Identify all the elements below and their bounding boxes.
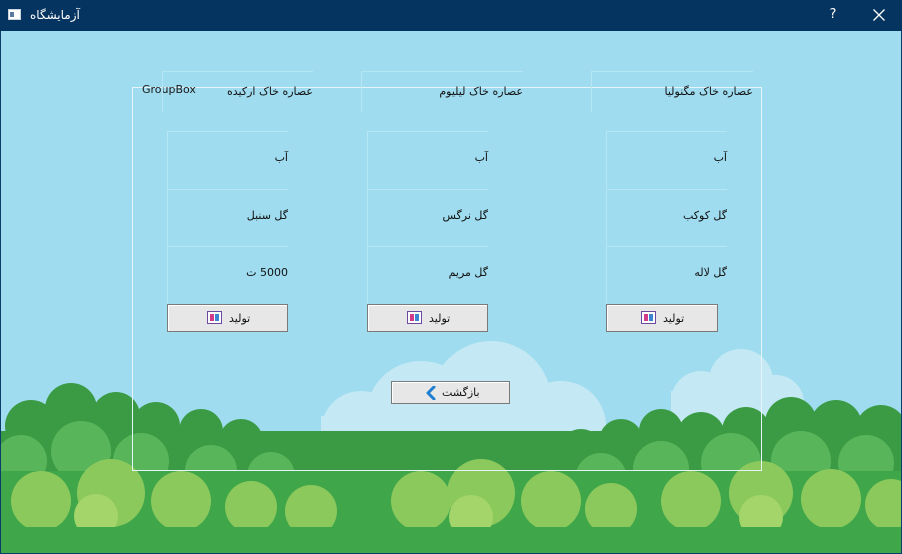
chevron-left-icon: [426, 386, 436, 400]
back-button[interactable]: بازگشت: [391, 381, 510, 404]
cell-label: گل لاله: [694, 266, 727, 279]
cell-label: گل کوکب: [682, 209, 727, 222]
cell-orchid-ingredient-2: گل سنبل: [167, 189, 288, 247]
back-button-label: بازگشت: [442, 386, 480, 399]
cell-label: آب: [274, 151, 288, 164]
help-button[interactable]: ?: [823, 3, 843, 27]
produce-button-lilium[interactable]: تولید: [367, 304, 488, 332]
column-header-orchid: عصاره خاک ارکیده: [162, 71, 313, 112]
produce-button-label: تولید: [429, 312, 451, 325]
produce-button-label: تولید: [229, 312, 251, 325]
close-button[interactable]: [856, 0, 902, 31]
title-bar: آزمایشگاه ?: [0, 0, 902, 31]
produce-button-label: تولید: [663, 312, 685, 325]
cell-label: آب: [474, 151, 488, 164]
cell-orchid-ingredient-3: 5000 ت: [167, 246, 288, 304]
cell-magnolia-ingredient-1: آب: [606, 131, 727, 189]
cell-label: گل نرگس: [442, 209, 488, 222]
cell-lilium-ingredient-2: گل نرگس: [367, 189, 488, 247]
produce-button-magnolia[interactable]: تولید: [606, 304, 718, 332]
close-icon: [873, 9, 885, 21]
produce-icon: [207, 311, 222, 324]
cell-magnolia-ingredient-2: گل کوکب: [606, 189, 727, 247]
cell-label: 5000 ت: [246, 266, 288, 279]
app-window-icon: [8, 9, 21, 20]
produce-icon: [407, 311, 422, 324]
produce-button-orchid[interactable]: تولید: [167, 304, 288, 332]
cell-orchid-ingredient-1: آب: [167, 131, 288, 189]
cell-lilium-ingredient-3: گل مریم: [367, 246, 488, 304]
client-area: GroupBox عصاره خاک مگنولیا عصاره خاک لیل…: [1, 31, 901, 553]
cell-label: گل مریم: [448, 266, 488, 279]
app-window: آزمایشگاه ? GroupBox عصاره خاک مگنولیا ع…: [0, 0, 902, 554]
window-title: آزمایشگاه: [30, 8, 80, 22]
cell-lilium-ingredient-1: آب: [367, 131, 488, 189]
produce-icon: [641, 311, 656, 324]
cell-label: آب: [713, 151, 727, 164]
column-header-magnolia: عصاره خاک مگنولیا: [591, 71, 753, 112]
cell-magnolia-ingredient-3: گل لاله: [606, 246, 727, 304]
column-header-lilium: عصاره خاک لیلیوم: [361, 71, 523, 112]
cell-label: گل سنبل: [246, 209, 288, 222]
